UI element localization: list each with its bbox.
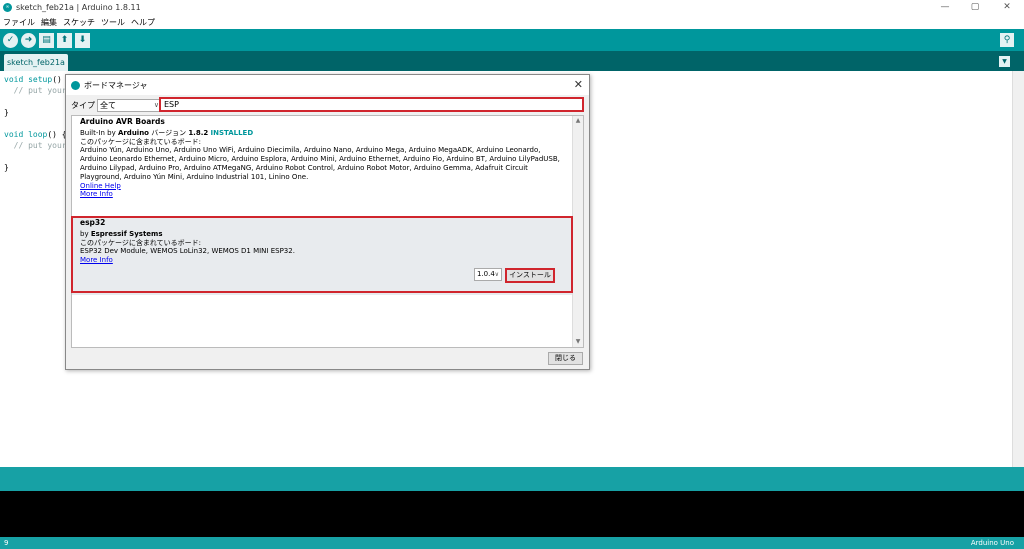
type-select[interactable]: 全て ∨ [97, 98, 163, 112]
maximize-button[interactable]: ▢ [960, 2, 990, 12]
save-icon[interactable]: ⬇ [75, 32, 90, 48]
chevron-down-icon: ∨ [494, 271, 499, 278]
new-sketch-icon[interactable]: ▤ [39, 32, 54, 48]
scroll-down-icon[interactable]: ▼ [573, 337, 583, 347]
dialog-title: ボードマネージャ [84, 80, 148, 90]
scroll-up-icon[interactable]: ▲ [573, 116, 583, 126]
line-number: 9 [4, 539, 9, 547]
dialog-title-bar: ボードマネージャ [66, 75, 589, 95]
arduino-logo-icon [71, 80, 80, 90]
message-area [0, 467, 1024, 491]
type-label: タイプ [71, 100, 95, 110]
minimize-button[interactable]: — [930, 2, 960, 12]
list-scrollbar[interactable]: ▲ ▼ [572, 116, 583, 347]
close-button[interactable]: 閉じる [548, 352, 583, 365]
upload-icon[interactable]: ➜ [21, 32, 36, 48]
tab-bar: sketch_feb21a ▼ [0, 51, 1024, 71]
version-select[interactable]: 1.0.4 ∨ [474, 268, 502, 281]
more-info-link[interactable]: More Info [80, 190, 113, 199]
dialog-close-icon[interactable]: ✕ [574, 78, 583, 91]
list-item[interactable]: Arduino AVR Boards Built-In by Arduino バ… [72, 116, 573, 216]
status-bar: 9 Arduino Uno [0, 537, 1024, 549]
install-button[interactable]: インストール [505, 268, 555, 283]
title-bar: ∞ sketch_feb21a | Arduino 1.8.11 [0, 0, 1024, 15]
open-icon[interactable]: ⬆ [57, 32, 72, 48]
tab-menu-icon[interactable]: ▼ [999, 56, 1010, 67]
board-name: Arduino Uno [970, 539, 1014, 547]
menu-edit[interactable]: 編集 [41, 17, 57, 28]
filter-row: タイプ 全て ∨ [71, 98, 163, 112]
console-output [0, 491, 1024, 537]
search-input[interactable]: ESP [159, 97, 584, 112]
board-list: Arduino Yún, Arduino Uno, Arduino Uno Wi… [80, 146, 560, 181]
highlight-box [71, 216, 573, 293]
menu-tools[interactable]: ツール [101, 17, 125, 28]
included-label: このパッケージに含まれているボード: [80, 137, 202, 146]
verify-icon[interactable]: ✓ [3, 32, 18, 48]
menu-sketch[interactable]: スケッチ [63, 17, 95, 28]
online-help-link[interactable]: Online Help [80, 182, 121, 191]
toolbar: ✓ ➜ ▤ ⬆ ⬇ ⚲ [0, 29, 1024, 51]
tab-sketch[interactable]: sketch_feb21a [4, 54, 68, 71]
menu-file[interactable]: ファイル [3, 17, 35, 28]
package-name: Arduino AVR Boards [80, 117, 165, 126]
arduino-logo-icon: ∞ [3, 3, 12, 12]
menu-help[interactable]: ヘルプ [131, 17, 155, 28]
window-close-button[interactable]: ✕ [992, 2, 1022, 12]
serial-monitor-icon[interactable]: ⚲ [1000, 33, 1014, 47]
menu-bar: ファイル 編集 スケッチ ツール ヘルプ [0, 15, 1024, 29]
window-title: sketch_feb21a | Arduino 1.8.11 [16, 3, 141, 12]
installed-badge: INSTALLED [210, 128, 254, 137]
editor-scrollbar[interactable] [1012, 71, 1024, 467]
